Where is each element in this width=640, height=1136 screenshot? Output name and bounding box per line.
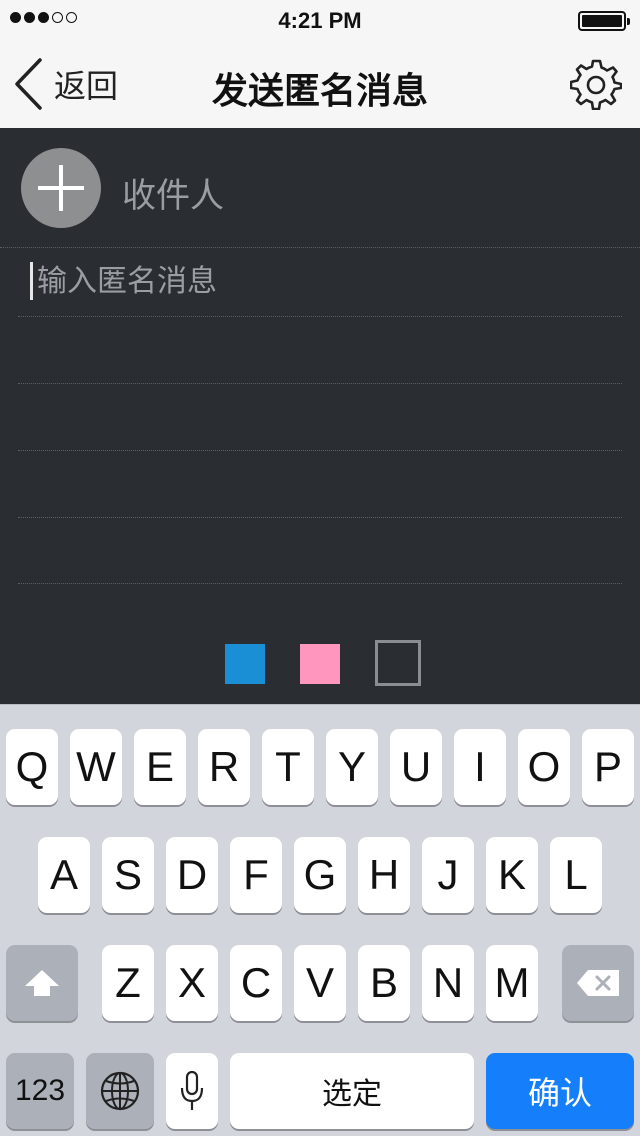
space-key[interactable]: 选定 [230, 1053, 474, 1129]
key[interactable]: Q [6, 729, 58, 805]
color-swatch-blue[interactable] [225, 644, 265, 684]
key[interactable]: U [390, 729, 442, 805]
delete-key[interactable] [562, 945, 634, 1021]
status-bar: 4:21 PM [0, 0, 640, 40]
key[interactable]: W [70, 729, 122, 805]
microphone-key[interactable] [166, 1053, 218, 1129]
key[interactable]: T [262, 729, 314, 805]
key[interactable]: Y [326, 729, 378, 805]
key[interactable]: N [422, 945, 474, 1021]
globe-icon [100, 1071, 140, 1111]
key[interactable]: P [582, 729, 634, 805]
key[interactable]: E [134, 729, 186, 805]
shift-arrow-icon [25, 970, 59, 996]
ruled-line [18, 383, 622, 384]
battery-icon [578, 11, 630, 31]
key[interactable]: S [102, 837, 154, 913]
ruled-line [18, 583, 622, 584]
key[interactable]: L [550, 837, 602, 913]
key[interactable]: V [294, 945, 346, 1021]
key[interactable]: R [198, 729, 250, 805]
shift-key[interactable] [6, 945, 78, 1021]
key[interactable]: J [422, 837, 474, 913]
microphone-icon [180, 1070, 204, 1110]
navigation-bar: 返回 发送匿名消息 [0, 40, 640, 128]
ruled-line [18, 517, 622, 518]
back-label: 返回 [54, 68, 119, 104]
message-input[interactable] [37, 262, 597, 302]
key[interactable]: O [518, 729, 570, 805]
globe-key[interactable] [86, 1053, 154, 1129]
key[interactable]: H [358, 837, 410, 913]
color-swatch-pink[interactable] [300, 644, 340, 684]
key[interactable]: X [166, 945, 218, 1021]
key[interactable]: D [166, 837, 218, 913]
color-swatch-none[interactable] [375, 640, 421, 686]
compose-area: 收件人 [0, 128, 640, 704]
ruled-line [18, 316, 622, 317]
key[interactable]: A [38, 837, 90, 913]
ruled-line [18, 450, 622, 451]
recipient-field[interactable]: 收件人 [122, 168, 224, 217]
key[interactable]: G [294, 837, 346, 913]
key[interactable]: K [486, 837, 538, 913]
keyboard: QWERTYUIOP ASDFGHJKL ZXCVBNM 123 选定 确认 [0, 704, 640, 1136]
text-cursor [30, 262, 33, 300]
gear-icon[interactable] [570, 58, 622, 110]
numbers-key[interactable]: 123 [6, 1053, 74, 1129]
key[interactable]: Z [102, 945, 154, 1021]
key[interactable]: F [230, 837, 282, 913]
divider [0, 247, 640, 248]
key[interactable]: B [358, 945, 410, 1021]
confirm-key[interactable]: 确认 [486, 1053, 634, 1129]
key[interactable]: C [230, 945, 282, 1021]
status-time: 4:21 PM [278, 8, 362, 33]
key[interactable]: I [454, 729, 506, 805]
chevron-left-icon [15, 58, 42, 110]
back-button[interactable]: 返回 [14, 56, 118, 112]
add-recipient-button[interactable] [21, 148, 101, 228]
key[interactable]: M [486, 945, 538, 1021]
backspace-icon [577, 970, 619, 996]
